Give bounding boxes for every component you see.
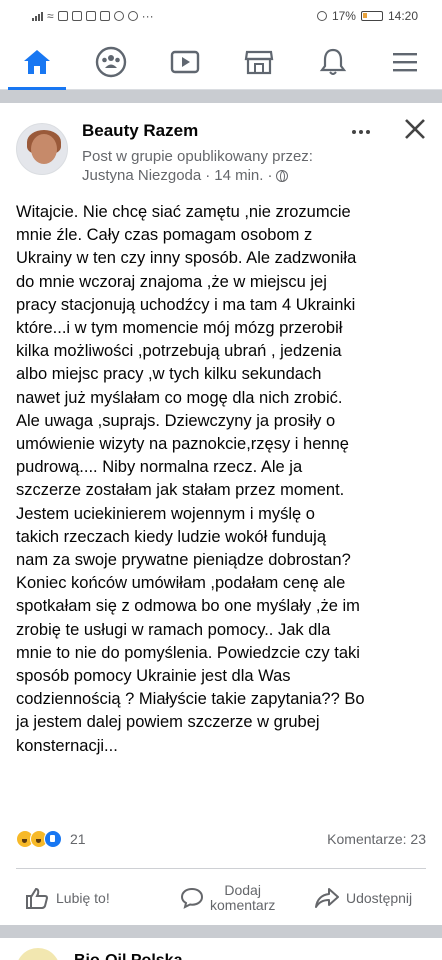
status-bar: ≈ ··· 17% 14:20 <box>0 0 442 34</box>
meta-separator: · <box>205 167 211 184</box>
dot-icon <box>366 130 370 134</box>
mail-icon <box>71 11 82 21</box>
nav-notifications[interactable] <box>296 34 370 90</box>
comment-button[interactable]: Dodaj komentarz <box>180 878 275 918</box>
post-meta-label: Post w grupie opublikowany przez: <box>82 148 313 165</box>
messenger-icon <box>113 11 124 21</box>
dot-icon <box>359 130 363 134</box>
battery-percent: 17% <box>331 9 356 23</box>
nav-menu[interactable] <box>368 34 442 90</box>
share-icon <box>315 888 339 908</box>
close-icon <box>405 119 425 139</box>
meta-separator: · <box>267 167 273 184</box>
more-indicator: ··· <box>141 9 154 23</box>
wifi-icon: ≈ <box>47 9 54 23</box>
status-right: 17% 14:20 <box>316 9 418 23</box>
comment-label: Dodaj komentarz <box>210 882 276 913</box>
vpn-icon <box>127 11 138 21</box>
thumbs-up-icon <box>26 887 49 909</box>
battery-icon <box>360 11 383 21</box>
group-name[interactable]: Beauty Razem <box>82 121 198 141</box>
next-post-name[interactable]: Bio-Oil Polska <box>74 952 182 960</box>
dot-icon <box>352 130 356 134</box>
next-post-avatar[interactable] <box>16 948 60 960</box>
reaction-count: 21 <box>70 831 86 847</box>
post-text: Witajcie. Nie chcę siać zamętu ,nie zroz… <box>16 203 365 755</box>
avatar-face <box>31 134 57 164</box>
sim-icon <box>57 11 68 21</box>
menu-icon <box>393 53 417 72</box>
author-name[interactable]: Justyna Niezgoda <box>82 167 201 184</box>
like-button[interactable]: Lubię to! <box>24 878 110 918</box>
next-post-card: Bio-Oil Polska <box>0 938 442 960</box>
post-options-button[interactable] <box>344 117 378 147</box>
comment-icon <box>180 887 204 909</box>
nav-watch[interactable] <box>148 34 222 90</box>
watch-icon <box>170 50 200 74</box>
mail-icon <box>85 11 96 21</box>
share-button[interactable]: Udostępnij <box>314 878 412 918</box>
groups-icon <box>95 46 127 78</box>
nav-marketplace[interactable] <box>222 34 296 90</box>
comments-count[interactable]: Komentarze: 23 <box>327 831 426 847</box>
bell-icon <box>319 48 347 75</box>
post-meta-author-row: Justyna Niezgoda · 14 min. · <box>82 167 289 184</box>
image-icon <box>99 11 110 21</box>
clock: 14:20 <box>387 9 418 23</box>
group-avatar[interactable] <box>16 123 68 175</box>
top-nav <box>0 34 442 90</box>
globe-icon <box>276 169 289 182</box>
post-card: Beauty Razem Post w grupie opublikowany … <box>0 103 442 925</box>
like-reaction-icon <box>44 830 62 848</box>
alarm-icon <box>316 11 327 21</box>
hide-post-button[interactable] <box>400 117 430 147</box>
status-left-icons: ≈ ··· <box>32 9 154 23</box>
nav-groups[interactable] <box>74 34 148 90</box>
like-label: Lubię to! <box>56 889 110 906</box>
divider <box>16 868 426 869</box>
reaction-summary[interactable]: 21 <box>16 830 86 848</box>
signal-bars-icon <box>32 11 43 21</box>
home-icon <box>24 50 50 74</box>
share-label: Udostępnij <box>346 889 413 906</box>
nav-home[interactable] <box>0 34 74 90</box>
post-time[interactable]: 14 min. <box>214 167 263 184</box>
marketplace-icon <box>244 50 274 75</box>
